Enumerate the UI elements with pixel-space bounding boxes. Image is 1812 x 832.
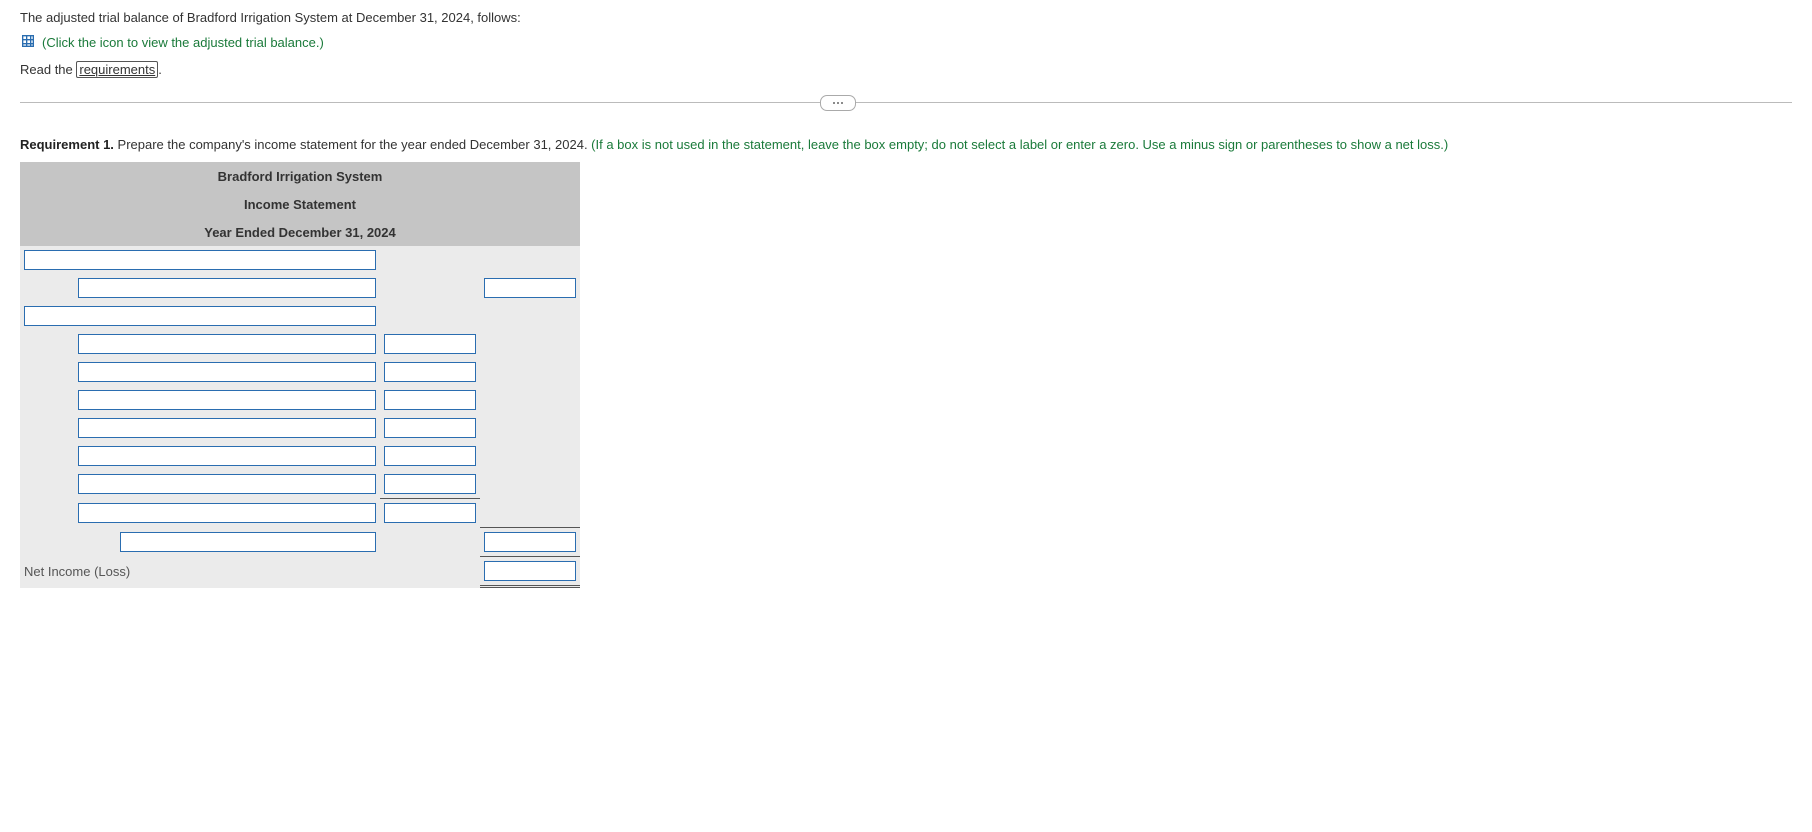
total-expenses-select[interactable] <box>120 532 376 552</box>
expense-row-2-select[interactable] <box>78 362 376 382</box>
expand-pill[interactable] <box>820 95 856 111</box>
intro-text: The adjusted trial balance of Bradford I… <box>20 10 1792 25</box>
expense-row-3-amount[interactable] <box>384 390 476 410</box>
read-requirements-line: Read the requirements. <box>20 62 1792 77</box>
expense-row-7-amount[interactable] <box>384 503 476 523</box>
view-trial-balance-link[interactable]: (Click the icon to view the adjusted tri… <box>42 35 324 50</box>
requirements-link[interactable]: requirements <box>76 61 158 78</box>
income-statement-table: Bradford Irrigation System Income Statem… <box>20 162 580 588</box>
requirement-body: Prepare the company's income statement f… <box>114 137 591 152</box>
statement-title-name: Income Statement <box>20 190 580 218</box>
expense-row-7-select[interactable] <box>78 503 376 523</box>
expense-row-3-select[interactable] <box>78 390 376 410</box>
grid-icon[interactable] <box>20 33 36 52</box>
revenue-amount-input[interactable] <box>484 278 576 298</box>
expense-row-6-amount[interactable] <box>384 474 476 494</box>
read-suffix: . <box>158 62 162 77</box>
net-income-label: Net Income (Loss) <box>20 556 380 586</box>
revenue-header-select[interactable] <box>24 250 376 270</box>
expense-row-1-select[interactable] <box>78 334 376 354</box>
revenue-item-select[interactable] <box>78 278 376 298</box>
total-expenses-amount[interactable] <box>484 532 576 552</box>
expense-row-5-amount[interactable] <box>384 446 476 466</box>
expenses-header-select[interactable] <box>24 306 376 326</box>
expense-row-4-amount[interactable] <box>384 418 476 438</box>
net-income-amount[interactable] <box>484 561 576 581</box>
expense-row-6-select[interactable] <box>78 474 376 494</box>
expense-row-4-select[interactable] <box>78 418 376 438</box>
read-prefix: Read the <box>20 62 76 77</box>
requirement-1-text: Requirement 1. Prepare the company's inc… <box>20 137 1792 152</box>
statement-title-company: Bradford Irrigation System <box>20 162 580 190</box>
expense-row-5-select[interactable] <box>78 446 376 466</box>
section-divider <box>20 102 1792 103</box>
requirement-label: Requirement 1. <box>20 137 114 152</box>
statement-title-period: Year Ended December 31, 2024 <box>20 218 580 246</box>
expense-row-1-amount[interactable] <box>384 334 476 354</box>
expense-row-2-amount[interactable] <box>384 362 476 382</box>
requirement-hint: (If a box is not used in the statement, … <box>591 137 1448 152</box>
